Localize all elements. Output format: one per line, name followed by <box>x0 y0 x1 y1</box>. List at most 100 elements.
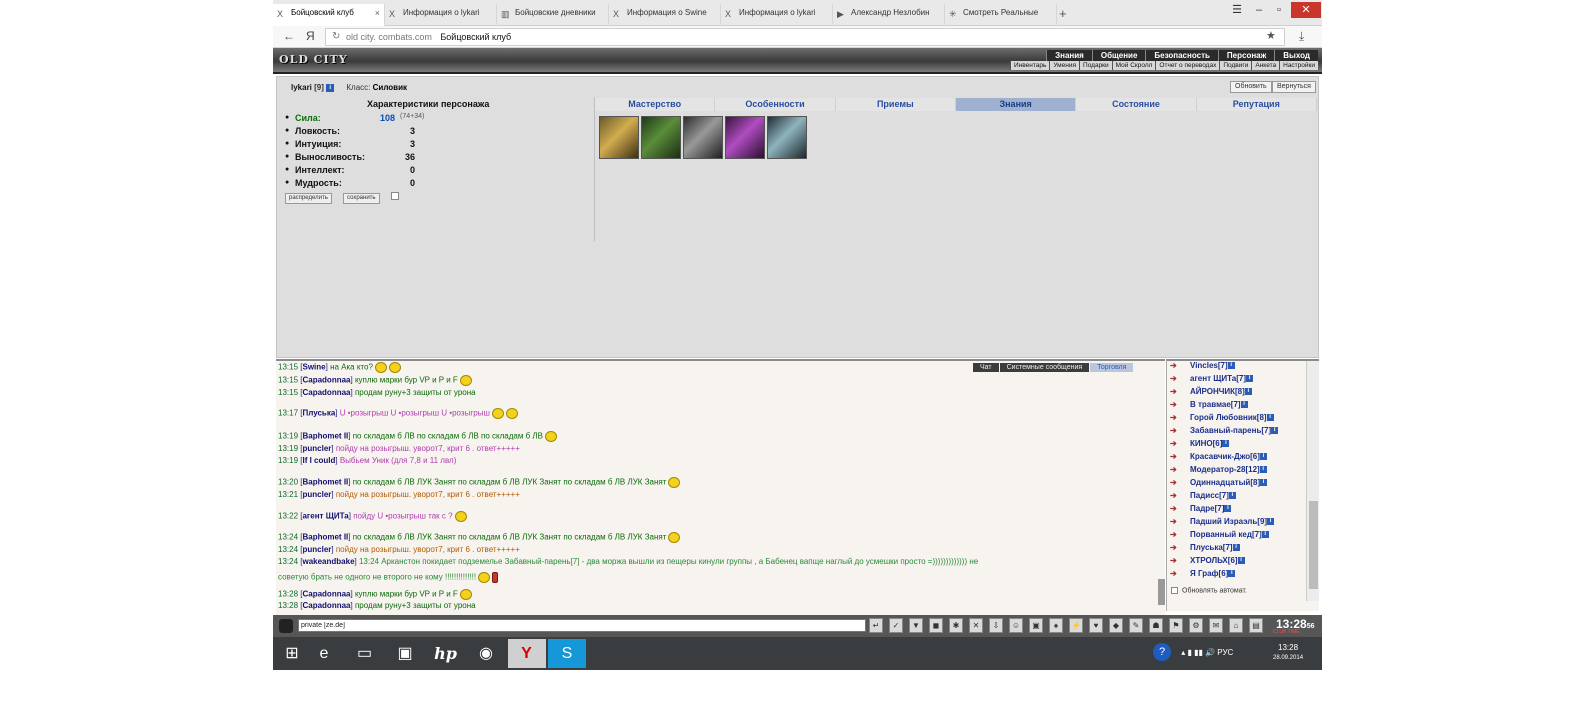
info-icon[interactable]: i <box>1266 414 1274 422</box>
skype-icon[interactable]: S <box>548 639 586 668</box>
yandex-logo-icon[interactable]: Я <box>306 29 315 43</box>
info-icon[interactable]: i <box>1227 362 1235 370</box>
skill-gold-icon[interactable] <box>599 116 639 159</box>
chat-mode-icon[interactable] <box>279 619 293 633</box>
info-icon[interactable]: i <box>1232 544 1240 552</box>
yandex-icon[interactable]: Y <box>507 639 546 668</box>
tab-knowledge[interactable]: Знания <box>955 98 1077 111</box>
chat-toolbar-icon[interactable]: ↵ <box>869 618 883 633</box>
chat-toolbar-icon[interactable]: ✓ <box>889 618 903 633</box>
chat-toolbar-icon[interactable]: ✱ <box>949 618 963 633</box>
online-user[interactable]: ➔ Порванный кед[7] i <box>1170 530 1269 539</box>
arrow-icon[interactable]: ➔ <box>1170 569 1190 578</box>
chat-toolbar-icon[interactable]: ♠ <box>1049 618 1063 633</box>
online-user[interactable]: ➔ АЙРОНЧИК[8] i <box>1170 387 1252 396</box>
online-user-name[interactable]: Горой Любовник <box>1190 413 1257 422</box>
menu-icon[interactable]: ☰ <box>1227 2 1247 18</box>
online-user[interactable]: ➔ Одиннадцатый[8] i <box>1170 478 1268 487</box>
info-icon[interactable]: i <box>1244 388 1252 396</box>
arrow-icon[interactable]: ➔ <box>1170 504 1190 513</box>
subnav-settings[interactable]: Настройки <box>1279 61 1318 70</box>
subnav-feats[interactable]: Подвиги <box>1219 61 1252 70</box>
info-icon[interactable]: i <box>1260 479 1268 487</box>
checkbox[interactable] <box>1171 587 1178 594</box>
online-user-name[interactable]: агент ЩИТа <box>1190 374 1236 383</box>
chat-input[interactable] <box>298 619 866 632</box>
info-icon[interactable]: i <box>1224 505 1232 513</box>
nav-communication[interactable]: Общение <box>1091 50 1146 61</box>
taskbar-clock[interactable]: 13:28 28.09.2014 <box>1273 642 1303 664</box>
nav-security[interactable]: Безопасность <box>1145 50 1218 61</box>
chat-toolbar-icon[interactable]: ⇩ <box>989 618 1003 633</box>
scroll-thumb[interactable] <box>1309 501 1318 589</box>
browser-tab[interactable]: X Информация о lykari <box>721 4 833 26</box>
online-user-name[interactable]: В травмае <box>1190 400 1231 409</box>
online-user-name[interactable]: Падисс <box>1190 491 1219 500</box>
chat-toolbar-icon[interactable]: ◼ <box>929 618 943 633</box>
download-icon[interactable]: ⤓ <box>1299 29 1304 44</box>
tab-state[interactable]: Состояние <box>1076 98 1197 111</box>
tab-features[interactable]: Особенности <box>715 98 836 111</box>
arrow-icon[interactable]: ➔ <box>1170 361 1190 370</box>
chat-toolbar-icon[interactable]: ☗ <box>1149 618 1163 633</box>
info-icon[interactable]: i <box>1222 440 1230 448</box>
chat-toolbar-icon[interactable]: ▼ <box>909 618 923 633</box>
tab-reputation[interactable]: Репутация <box>1196 98 1317 111</box>
browser-tab[interactable]: ✳ Смотреть Реальные <box>945 4 1057 26</box>
online-user-name[interactable]: Модератор-28 <box>1190 465 1245 474</box>
online-user[interactable]: ➔ Я Граф[6] i <box>1170 569 1236 578</box>
info-icon[interactable]: i <box>1228 492 1236 500</box>
online-user[interactable]: ➔ Падший Израэль[9] i <box>1170 517 1275 526</box>
subnav-my-scroll[interactable]: Мой Скролл <box>1111 61 1156 70</box>
chat-scrollbar[interactable] <box>1158 579 1165 605</box>
chat-toolbar-icon[interactable]: ☺ <box>1009 618 1023 633</box>
online-user[interactable]: ➔ Красавчик-Джо[6] i <box>1170 452 1267 461</box>
online-user-name[interactable]: ХТРОЛЬХ <box>1190 556 1228 565</box>
skill-purple-icon[interactable] <box>725 116 765 159</box>
online-user[interactable]: ➔ Горой Любовник[8] i <box>1170 413 1274 422</box>
browser-tab[interactable]: ▥ Бойцовские дневники <box>497 4 609 26</box>
info-icon[interactable]: i <box>1259 453 1267 461</box>
chat-toolbar-icon[interactable]: ◆ <box>1109 618 1123 633</box>
online-user-name[interactable]: Забавный-парень <box>1190 426 1261 435</box>
online-user[interactable]: ➔ ХТРОЛЬХ[6] i <box>1170 556 1245 565</box>
chat-toolbar-icon[interactable]: ♥ <box>1089 618 1103 633</box>
maximize-button[interactable]: ▫ <box>1269 2 1289 18</box>
checkbox[interactable] <box>391 192 399 200</box>
hp-icon[interactable]: hp <box>427 639 465 668</box>
online-user-name[interactable]: Порванный кед <box>1190 530 1252 539</box>
new-tab-button[interactable]: + <box>1059 6 1067 21</box>
online-scrollbar[interactable] <box>1306 361 1319 601</box>
explorer-icon[interactable]: ▭ <box>346 639 384 668</box>
refresh-button[interactable]: Обновить <box>1230 81 1272 93</box>
online-user-name[interactable]: АЙРОНЧИК <box>1190 387 1235 396</box>
info-icon[interactable]: i <box>1246 375 1254 383</box>
arrow-icon[interactable]: ➔ <box>1170 543 1190 552</box>
arrow-icon[interactable]: ➔ <box>1170 387 1190 396</box>
chat-toolbar-icon[interactable]: ▤ <box>1249 618 1263 633</box>
return-button[interactable]: Вернуться <box>1272 81 1316 93</box>
info-icon[interactable]: i <box>1237 557 1245 565</box>
skill-green-icon[interactable] <box>641 116 681 159</box>
online-user-name[interactable]: Vincles <box>1190 361 1218 370</box>
online-user-name[interactable]: Я Граф <box>1190 569 1219 578</box>
chat-toolbar-icon[interactable]: ⚙ <box>1189 618 1203 633</box>
url-field[interactable]: ↻ old city. combats.com Бойцовский клуб <box>325 28 1285 46</box>
chat-tab-trade[interactable]: Торговля <box>1090 363 1134 372</box>
skill-ice-icon[interactable] <box>767 116 807 159</box>
chat-toolbar-icon[interactable]: ▣ <box>1029 618 1043 633</box>
save-button[interactable]: сохранить <box>343 193 380 204</box>
chat-toolbar-icon[interactable]: ⌂ <box>1229 618 1243 633</box>
arrow-icon[interactable]: ➔ <box>1170 517 1190 526</box>
arrow-icon[interactable]: ➔ <box>1170 426 1190 435</box>
arrow-icon[interactable]: ➔ <box>1170 465 1190 474</box>
store-icon[interactable]: ▣ <box>386 639 424 668</box>
browser-tab[interactable]: X Информация о lykari <box>385 4 497 26</box>
chat-toolbar-icon[interactable]: ⚑ <box>1169 618 1183 633</box>
arrow-icon[interactable]: ➔ <box>1170 556 1190 565</box>
online-user[interactable]: ➔ Плуська[7] i <box>1170 543 1240 552</box>
online-user[interactable]: ➔ Падре[7] i <box>1170 504 1232 513</box>
subnav-profile[interactable]: Анкета <box>1251 61 1280 70</box>
nav-knowledge[interactable]: Знания <box>1046 50 1092 61</box>
arrow-icon[interactable]: ➔ <box>1170 374 1190 383</box>
